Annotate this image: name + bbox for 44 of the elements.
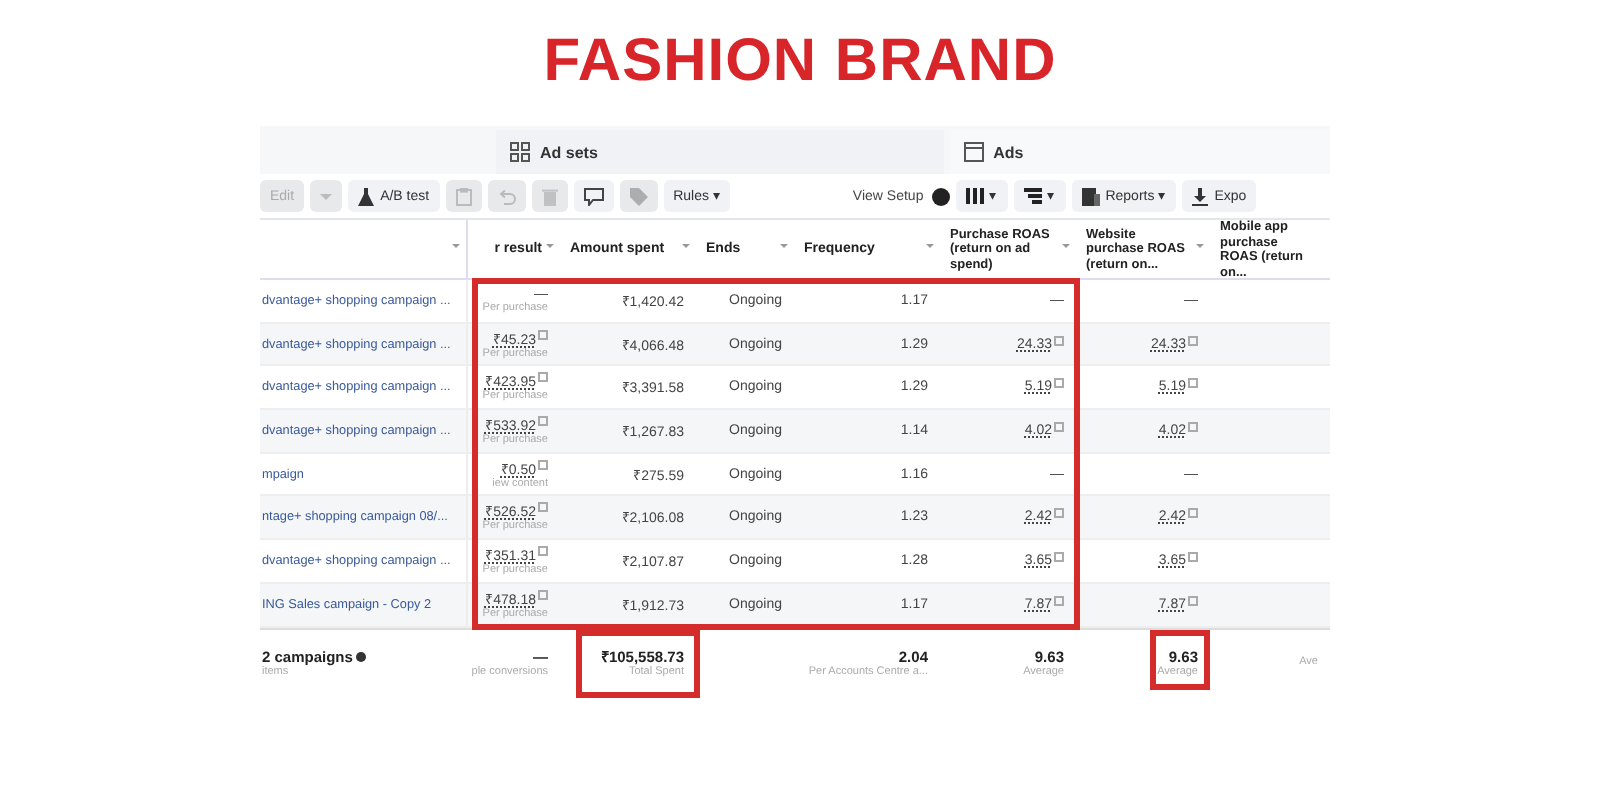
sort-arrow-icon[interactable]	[1196, 244, 1204, 248]
sort-arrow-icon[interactable]	[1062, 244, 1070, 248]
highlight-frame	[1150, 630, 1210, 690]
flask-icon	[358, 187, 375, 205]
download-icon	[1192, 187, 1209, 205]
info-icon	[1188, 335, 1198, 346]
info-icon	[1054, 422, 1064, 433]
columns-icon	[965, 188, 984, 204]
info-icon	[538, 545, 548, 556]
comment-icon	[583, 187, 604, 205]
info-icon	[538, 372, 548, 383]
info-icon	[1188, 422, 1198, 433]
page-title: FASHION BRAND	[541, 28, 1059, 96]
info-icon	[1188, 552, 1198, 563]
info-icon	[538, 502, 548, 513]
sort-arrow-icon[interactable]	[780, 244, 788, 248]
info-icon	[1054, 378, 1064, 389]
info-icon	[1054, 595, 1064, 606]
toggle-switch[interactable]	[931, 187, 950, 205]
info-icon	[538, 329, 548, 340]
info-icon	[1054, 508, 1064, 519]
report-icon	[1081, 187, 1100, 205]
page-icon	[963, 142, 984, 162]
tab[interactable]: Ad sets	[496, 130, 944, 174]
undo-icon	[497, 187, 516, 205]
info-icon	[1188, 378, 1198, 389]
trash-icon	[541, 187, 558, 205]
info-icon	[1188, 595, 1198, 606]
clipboard-icon	[455, 187, 472, 205]
info-icon	[1054, 552, 1064, 563]
info-icon	[1054, 335, 1064, 346]
rows-icon	[1023, 188, 1042, 204]
info-icon	[538, 415, 548, 426]
sort-arrow-icon[interactable]	[926, 244, 934, 248]
sort-arrow-icon[interactable]	[452, 244, 460, 248]
sort-arrow-icon[interactable]	[682, 244, 690, 248]
caret-icon	[320, 193, 333, 199]
info-icon	[1188, 508, 1198, 519]
grid-icon	[510, 142, 530, 162]
info-icon	[538, 589, 548, 600]
sort-arrow-icon[interactable]	[546, 244, 554, 248]
tag-icon	[629, 187, 648, 205]
info-icon	[538, 459, 548, 470]
toolbar-button[interactable]	[573, 180, 614, 212]
